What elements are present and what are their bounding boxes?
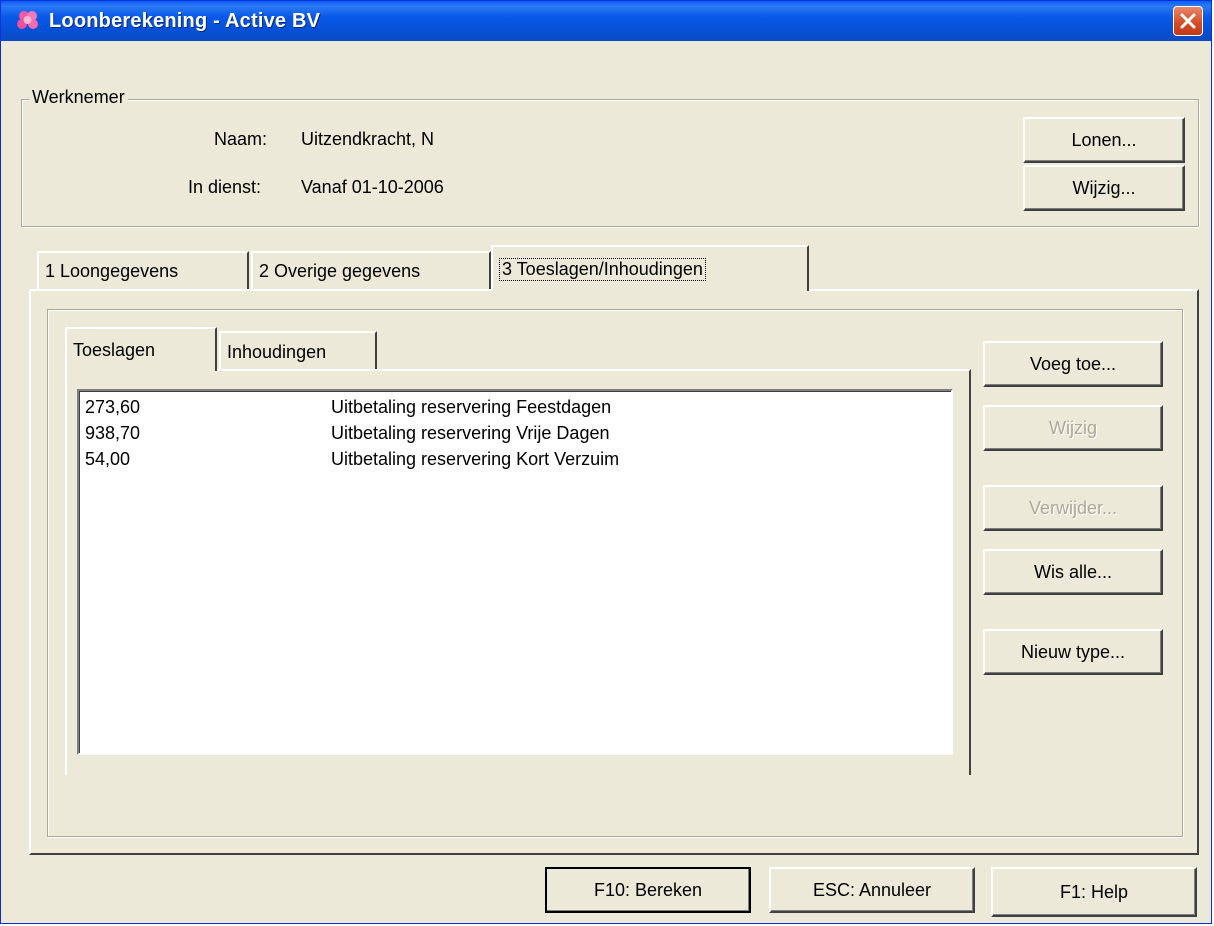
clear-all-button-label: Wis alle...: [1033, 561, 1112, 582]
list-item[interactable]: 54,00 Uitbetaling reservering Kort Verzu…: [85, 449, 945, 473]
add-button-label: Voeg toe...: [1029, 353, 1117, 374]
name-value: Uitzendkracht, N: [301, 129, 435, 149]
delete-button-label: Verwijder...: [1028, 497, 1118, 518]
item-description: Uitbetaling reservering Vrije Dagen: [331, 423, 610, 443]
lonen-button-label: Lonen...: [1071, 129, 1137, 150]
wijzig-employee-button[interactable]: Wijzig...: [1023, 165, 1185, 211]
loonberekening-window: Loonberekening - Active BV Werknemer Naa…: [0, 0, 1212, 924]
cancel-button-label: ESC: Annuleer: [812, 879, 932, 900]
help-button-label: F1: Help: [1059, 881, 1129, 902]
tab-overige-gegevens-label: 2 Overige gegevens: [259, 260, 421, 281]
tab-toeslagen-inhoudingen[interactable]: 3 Toeslagen/Inhoudingen: [491, 245, 809, 291]
lonen-button[interactable]: Lonen...: [1023, 117, 1185, 163]
close-button[interactable]: [1173, 6, 1203, 36]
item-description: Uitbetaling reservering Kort Verzuim: [331, 449, 620, 469]
tab-inhoudingen[interactable]: Inhoudingen: [219, 331, 377, 371]
tab-toeslagen-inhoudingen-label: 3 Toeslagen/Inhoudingen: [499, 257, 706, 281]
tab-loongegevens-label: 1 Loongegevens: [45, 260, 179, 281]
tab-inhoudingen-label: Inhoudingen: [227, 341, 327, 362]
list-item[interactable]: 938,70 Uitbetaling reservering Vrije Dag…: [85, 423, 945, 447]
item-description: Uitbetaling reservering Feestdagen: [331, 397, 612, 417]
service-label: In dienst:: [188, 177, 262, 197]
employee-group-label: Werknemer: [29, 87, 128, 108]
clear-all-button[interactable]: Wis alle...: [983, 549, 1163, 595]
item-amount: 54,00: [85, 449, 131, 469]
calculate-button-label: F10: Bereken: [593, 879, 703, 900]
tab-overige-gegevens[interactable]: 2 Overige gegevens: [251, 251, 491, 289]
tab-toeslagen[interactable]: Toeslagen: [65, 327, 217, 371]
calculate-button[interactable]: F10: Bereken: [545, 867, 751, 913]
name-label: Naam:: [214, 129, 268, 149]
edit-button[interactable]: Wijzig: [983, 405, 1163, 451]
new-type-button-label: Nieuw type...: [1020, 641, 1126, 662]
tab-toeslagen-label: Toeslagen: [73, 339, 156, 360]
window-title: Loonberekening - Active BV: [49, 10, 321, 32]
item-amount: 273,60: [85, 397, 141, 417]
delete-button[interactable]: Verwijder...: [983, 485, 1163, 531]
close-icon: [1180, 13, 1196, 29]
help-button[interactable]: F1: Help: [991, 867, 1197, 917]
service-value: Vanaf 01-10-2006: [301, 177, 444, 197]
flower-app-icon: [17, 11, 38, 29]
toeslagen-list[interactable]: 273,60 Uitbetaling reservering Feestdage…: [77, 389, 953, 755]
title-bar[interactable]: Loonberekening - Active BV: [1, 1, 1211, 41]
list-item[interactable]: 273,60 Uitbetaling reservering Feestdage…: [85, 397, 945, 421]
item-amount: 938,70: [85, 423, 141, 443]
add-button[interactable]: Voeg toe...: [983, 341, 1163, 387]
cancel-button[interactable]: ESC: Annuleer: [769, 867, 975, 913]
new-type-button[interactable]: Nieuw type...: [983, 629, 1163, 675]
wijzig-employee-button-label: Wijzig...: [1072, 177, 1136, 198]
edit-button-label: Wijzig: [1049, 417, 1097, 438]
tab-loongegevens[interactable]: 1 Loongegevens: [37, 251, 249, 289]
